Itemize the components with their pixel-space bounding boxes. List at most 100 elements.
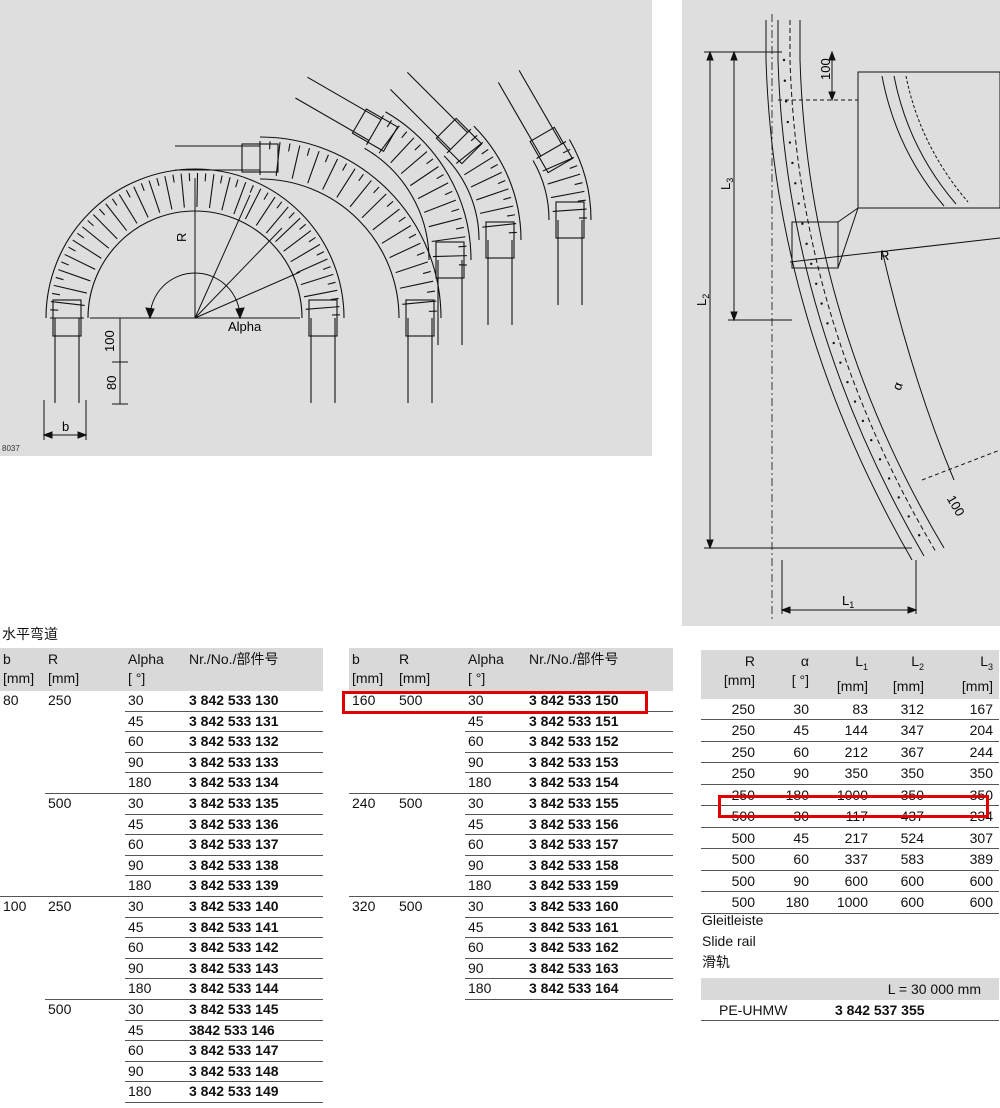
cell-R xyxy=(45,1082,125,1103)
cell-L3: 167 xyxy=(930,698,999,721)
table-row: 90 3 842 533 143 xyxy=(0,957,323,979)
dim-100-top-label: 100 xyxy=(818,58,833,80)
table-row: 500 90 600 600 600 xyxy=(701,870,999,893)
cell-alpha: 180 xyxy=(125,978,186,1000)
cell-R xyxy=(45,711,125,732)
cell-R: 500 xyxy=(45,792,125,815)
cell-L1: 144 xyxy=(815,719,874,742)
dim-100-bottom-label: 100 xyxy=(944,493,968,519)
cell-b: 80 xyxy=(3,692,19,709)
cell-b xyxy=(349,876,396,897)
cell-R xyxy=(45,1041,125,1062)
dimension-drawing: 100 L3 L2 R α 100 L1 xyxy=(694,14,1000,620)
header-R: R [mm] xyxy=(48,651,80,686)
table-row: 180 3 842 533 144 xyxy=(0,978,323,1000)
cell-part-number: 3 842 533 156 xyxy=(526,813,673,835)
curve-part-table-1: b [mm] R [mm] Alpha[ °] Nr./No./部件号 80 250 3… xyxy=(0,648,323,1103)
cell-L1: 83 xyxy=(815,698,874,721)
cell-R: 250 xyxy=(45,895,125,918)
cell-R: 500 xyxy=(701,870,761,893)
slide-rail-material: PE-UHMW xyxy=(719,1002,788,1018)
cell-alpha: 30 xyxy=(125,792,186,815)
cell-b xyxy=(0,855,45,876)
table-row: 45 3 842 533 161 xyxy=(349,916,673,938)
table-row: 500 30 3 842 533 135 xyxy=(0,792,323,815)
header-part-number: Nr./No./部件号 xyxy=(529,651,619,667)
alpha-label: α xyxy=(889,380,906,393)
cell-R xyxy=(45,1061,125,1082)
cell-alpha: 90 xyxy=(125,854,186,876)
cell-alpha: 45 xyxy=(125,813,186,835)
header-L3: L3 [mm] xyxy=(961,653,993,694)
table-row: 45 3 842 533 131 xyxy=(0,710,323,732)
slide-rail-length: L = 30 000 mm xyxy=(887,981,981,997)
table-row: 90 3 842 533 138 xyxy=(0,854,323,876)
cell-part-number: 3 842 533 143 xyxy=(186,957,323,979)
cell-part-number: 3 842 533 134 xyxy=(186,772,323,794)
cell-alpha: 60 xyxy=(125,834,186,856)
cell-R xyxy=(45,979,125,1000)
cell-L2: 312 xyxy=(874,698,930,721)
cell-alpha: 90 xyxy=(125,751,186,773)
cell-b xyxy=(349,958,396,979)
cell-part-number: 3 842 533 159 xyxy=(526,875,673,897)
table-row: 100 250 30 3 842 533 140 xyxy=(0,895,323,918)
cell-b xyxy=(0,938,45,959)
cell-R xyxy=(396,938,465,959)
cell-alpha: 30 xyxy=(465,895,526,918)
cell-b xyxy=(349,938,396,959)
cell-R xyxy=(396,876,465,897)
radius-label: R xyxy=(174,233,189,242)
cell-R xyxy=(45,752,125,773)
cell-part-number: 3 842 533 140 xyxy=(186,895,323,918)
cell-alpha: 45 xyxy=(125,710,186,732)
cell-R xyxy=(396,979,465,1000)
cell-L2: 347 xyxy=(874,719,930,742)
cell-part-number: 3 842 533 161 xyxy=(526,916,673,938)
cell-alpha: 60 xyxy=(465,731,526,753)
cell-alpha: 60 xyxy=(465,834,526,856)
cell-R xyxy=(396,855,465,876)
cell-alpha: 180 xyxy=(761,891,815,914)
cell-b xyxy=(0,711,45,732)
cell-L3: 307 xyxy=(930,827,999,850)
header-alpha: Alpha[ °] xyxy=(468,651,504,686)
table-row: 45 3 842 533 141 xyxy=(0,916,323,938)
cell-alpha: 180 xyxy=(465,875,526,897)
cell-b xyxy=(349,814,396,835)
table-row: 250 60 212 367 244 xyxy=(701,741,999,764)
radius-label: R xyxy=(880,248,889,263)
table-row: 60 3 842 533 162 xyxy=(349,937,673,959)
cell-alpha: 30 xyxy=(465,792,526,815)
cell-R xyxy=(45,732,125,753)
cell-alpha: 90 xyxy=(125,1060,186,1082)
cell-part-number: 3 842 533 164 xyxy=(526,978,673,1000)
cell-alpha: 30 xyxy=(125,895,186,918)
cell-b xyxy=(349,835,396,856)
table-row: 180 3 842 533 139 xyxy=(0,875,323,897)
cell-alpha: 180 xyxy=(125,1081,186,1103)
cell-R: 250 xyxy=(701,741,761,764)
cell-part-number: 3 842 533 131 xyxy=(186,710,323,732)
cell-alpha: 45 xyxy=(465,813,526,835)
section-title: 水平弯道 xyxy=(2,626,58,642)
L2-label: L2 xyxy=(694,294,711,306)
cell-part-number: 3 842 533 154 xyxy=(526,772,673,794)
cell-alpha: 45 xyxy=(465,916,526,938)
slide-rail-title-en: Slide rail xyxy=(702,933,756,949)
L3-label: L3 xyxy=(718,178,735,190)
cell-part-number: 3 842 533 144 xyxy=(186,978,323,1000)
table-row: 45 3 842 533 136 xyxy=(0,813,323,835)
header-alpha: Alpha[ °] xyxy=(128,651,164,686)
cell-R xyxy=(45,876,125,897)
cell-R: 500 xyxy=(701,848,761,871)
cell-R xyxy=(396,835,465,856)
header-R: R [mm] xyxy=(399,651,431,686)
cell-L1: 350 xyxy=(815,762,874,785)
table-row: 180 3 842 533 164 xyxy=(349,978,673,1000)
table-row: 250 90 350 350 350 xyxy=(701,762,999,785)
table-row: 60 3 842 533 152 xyxy=(349,731,673,753)
cell-b xyxy=(0,917,45,938)
cell-alpha: 60 xyxy=(125,937,186,959)
table-row: 90 3 842 533 148 xyxy=(0,1060,323,1082)
